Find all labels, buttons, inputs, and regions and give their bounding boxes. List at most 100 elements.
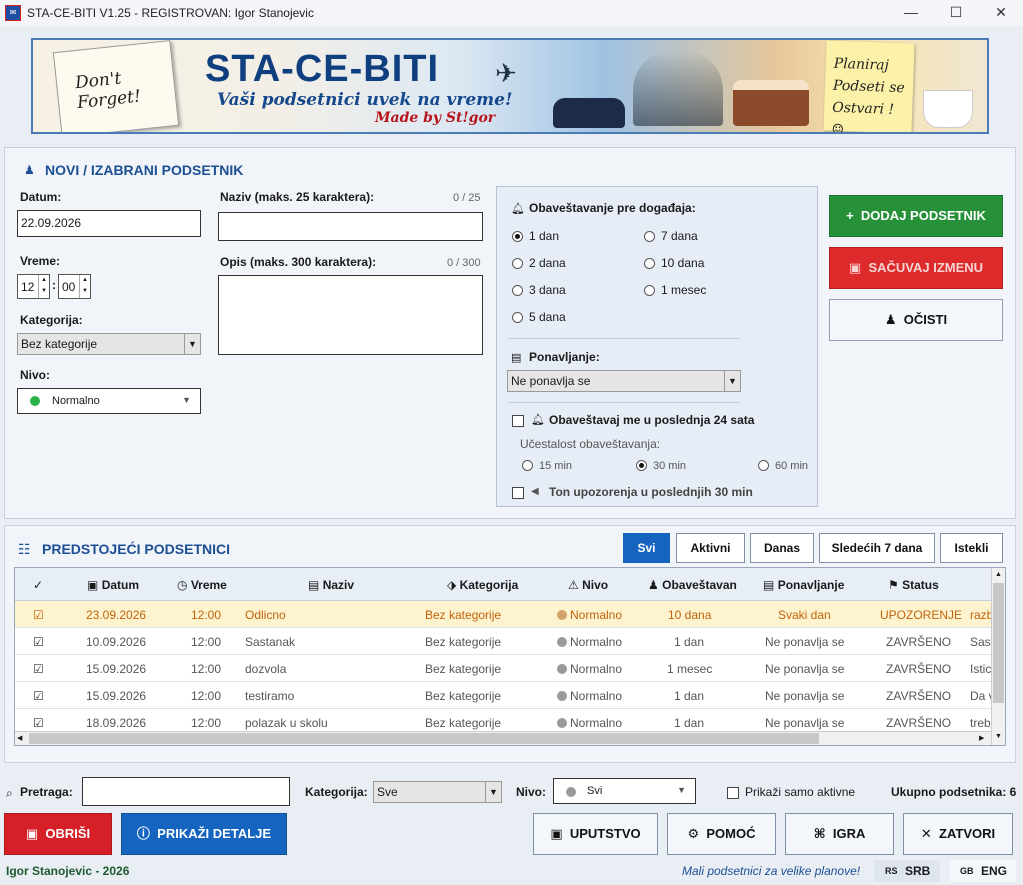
notify-option-3-dana[interactable]: 3 dana bbox=[512, 283, 566, 297]
scroll-down-arrow[interactable]: ▼ bbox=[993, 731, 1004, 743]
notify-option-5-dana[interactable]: 5 dana bbox=[512, 310, 566, 324]
opis-textarea[interactable] bbox=[218, 275, 483, 355]
tab-aktivni[interactable]: Aktivni bbox=[676, 533, 745, 563]
tag-icon: ⬗ bbox=[447, 578, 457, 592]
freq-option-15[interactable]: 15 min bbox=[522, 458, 572, 472]
col-status[interactable]: ⚑ Status bbox=[888, 578, 939, 592]
minute-spinner-arrows[interactable]: ▲ ▼ bbox=[79, 275, 90, 298]
col-obavestavanje[interactable]: ♟ Obaveštavan bbox=[648, 578, 737, 592]
game-button[interactable]: ⌘ IGRA bbox=[785, 813, 894, 855]
table-row[interactable]: ☑ 15.09.2026 12:00 dozvola Bez kategorij… bbox=[15, 655, 991, 682]
tab-danas[interactable]: Danas bbox=[750, 533, 814, 563]
lang-eng-button[interactable]: GB ENG bbox=[950, 860, 1016, 882]
repeat-select[interactable]: Ne ponavlja se ▼ bbox=[507, 370, 741, 392]
search-label: Pretraga: bbox=[20, 785, 73, 799]
car-illustration bbox=[553, 98, 625, 128]
row-check[interactable]: ☑ bbox=[33, 635, 44, 649]
naziv-input[interactable] bbox=[218, 212, 483, 241]
close-icon: ✕ bbox=[920, 826, 932, 841]
notify-option-1-dan[interactable]: 1 dan bbox=[512, 229, 559, 243]
notify-option-10-dana[interactable]: 10 dana bbox=[644, 256, 704, 270]
warning-icon: ⚠ bbox=[568, 578, 579, 592]
tab-svi[interactable]: Svi bbox=[623, 533, 670, 563]
last24-checkbox[interactable] bbox=[512, 413, 524, 427]
freq-option-60[interactable]: 60 min bbox=[758, 458, 808, 472]
level-dot-icon bbox=[557, 664, 567, 674]
kategorija-select[interactable]: Bez kategorije ▼ bbox=[17, 333, 201, 355]
row-check[interactable]: ☑ bbox=[33, 662, 44, 676]
row-nivo: Normalno bbox=[557, 662, 622, 676]
scroll-up-arrow[interactable]: ▲ bbox=[993, 569, 1004, 581]
add-reminder-button[interactable]: + DODAJ PODSETNIK bbox=[829, 195, 1003, 237]
nivo-select[interactable]: Normalno ▼ bbox=[17, 388, 201, 414]
radio-off[interactable] bbox=[512, 258, 523, 270]
col-ponavljanje[interactable]: ▤ Ponavljanje bbox=[763, 578, 844, 592]
row-check[interactable]: ☑ bbox=[33, 689, 44, 703]
naziv-label: Naziv (maks. 25 karaktera): bbox=[220, 190, 375, 204]
scrollbar-thumb[interactable] bbox=[993, 583, 1004, 703]
tab-sledecih-7-dana[interactable]: Sledećih 7 dana bbox=[819, 533, 935, 563]
table-row[interactable]: ☑ 10.09.2026 12:00 Sastanak Bez kategori… bbox=[15, 628, 994, 655]
tab-istekli[interactable]: Istekli bbox=[940, 533, 1003, 563]
freq-option-30[interactable]: 30 min bbox=[636, 458, 686, 472]
notify-option-7-dana[interactable]: 7 dana bbox=[644, 229, 698, 243]
radio-off[interactable] bbox=[644, 231, 655, 243]
minimize-button[interactable]: — bbox=[888, 0, 934, 26]
minute-spinner[interactable]: 00 ▲ ▼ bbox=[58, 274, 91, 299]
filter-nivo-value: Svi bbox=[587, 785, 603, 797]
checkbox[interactable] bbox=[727, 786, 739, 799]
table-row[interactable]: ☑ 23.09.2026 12:00 Odlicno Bez kategorij… bbox=[15, 601, 993, 628]
row-vreme: 12:00 bbox=[191, 662, 222, 676]
close-window-button[interactable]: ✕ bbox=[978, 0, 1023, 26]
active-only-checkbox[interactable] bbox=[727, 785, 739, 799]
col-vreme[interactable]: ◷ Vreme bbox=[177, 578, 227, 592]
save-changes-button[interactable]: ▣ SAČUVAJ IZMENU bbox=[829, 247, 1003, 289]
close-app-button[interactable]: ✕ ZATVORI bbox=[903, 813, 1013, 855]
horizontal-scrollbar[interactable]: ◀ ▶ bbox=[15, 731, 991, 745]
radio-off[interactable] bbox=[644, 285, 655, 297]
clear-button[interactable]: ♟ OČISTI bbox=[829, 299, 1003, 341]
hscrollbar-thumb[interactable] bbox=[29, 733, 819, 744]
radio-off[interactable] bbox=[512, 312, 523, 324]
radio-off[interactable] bbox=[644, 258, 655, 270]
table-header: ✓ ▣ Datum ◷ Vreme ▤ Naziv ⬗ Kategorija ⚠… bbox=[15, 568, 991, 601]
col-check[interactable]: ✓ bbox=[33, 578, 43, 592]
show-details-button[interactable]: ⓘ PRIKAŽI DETALJE bbox=[121, 813, 287, 855]
datum-field[interactable]: 22.09.2026 bbox=[17, 210, 201, 237]
scroll-left-arrow[interactable]: ◀ bbox=[17, 733, 27, 744]
radio-on[interactable] bbox=[512, 231, 523, 243]
delete-button[interactable]: ▣ OBRIŠI bbox=[4, 813, 112, 855]
checkbox[interactable] bbox=[512, 414, 524, 427]
notify-option-1-mesec[interactable]: 1 mesec bbox=[644, 283, 706, 297]
hour-spinner-arrows[interactable]: ▲ ▼ bbox=[38, 275, 49, 298]
manual-button[interactable]: ▣ UPUTSTVO bbox=[533, 813, 658, 855]
list-title: PREDSTOJEĆI PODSETNICI bbox=[42, 541, 231, 557]
airplane-icon: ✈ bbox=[495, 58, 517, 88]
col-kategorija[interactable]: ⬗ Kategorija bbox=[447, 578, 518, 592]
sticky-note: Planiraj Podseti se Ostvari ! ☺ bbox=[823, 40, 915, 132]
notify-option-2-dana[interactable]: 2 dana bbox=[512, 256, 566, 270]
ton-checkbox[interactable] bbox=[512, 485, 524, 499]
col-nivo[interactable]: ⚠ Nivo bbox=[568, 578, 608, 592]
radio-off[interactable] bbox=[758, 460, 769, 472]
col-naziv[interactable]: ▤ Naziv bbox=[308, 578, 354, 592]
opis-counter: 0 / 300 bbox=[447, 257, 481, 269]
lang-srb-button[interactable]: RS SRB bbox=[874, 860, 940, 882]
row-check[interactable]: ☑ bbox=[33, 716, 44, 730]
radio-off[interactable] bbox=[522, 460, 533, 472]
filter-nivo-select[interactable]: Svi ▼ bbox=[553, 778, 696, 804]
save-icon: ▣ bbox=[848, 260, 862, 275]
radio-off[interactable] bbox=[512, 285, 523, 297]
hour-spinner[interactable]: 12 ▲ ▼ bbox=[17, 274, 50, 299]
radio-on[interactable] bbox=[636, 460, 647, 472]
col-datum[interactable]: ▣ Datum bbox=[87, 578, 139, 592]
filter-kategorija-select[interactable]: Sve ▼ bbox=[373, 781, 502, 803]
checkbox[interactable] bbox=[512, 486, 524, 499]
help-button[interactable]: ⚙ POMOĆ bbox=[667, 813, 776, 855]
scroll-right-arrow[interactable]: ▶ bbox=[979, 733, 989, 744]
vertical-scrollbar[interactable]: ▲ ▼ bbox=[991, 568, 1005, 745]
search-input[interactable] bbox=[82, 777, 290, 806]
maximize-button[interactable]: ☐ bbox=[933, 0, 979, 26]
row-check[interactable]: ☑ bbox=[33, 608, 44, 622]
table-row[interactable]: ☑ 15.09.2026 12:00 testiramo Bez kategor… bbox=[15, 682, 995, 709]
